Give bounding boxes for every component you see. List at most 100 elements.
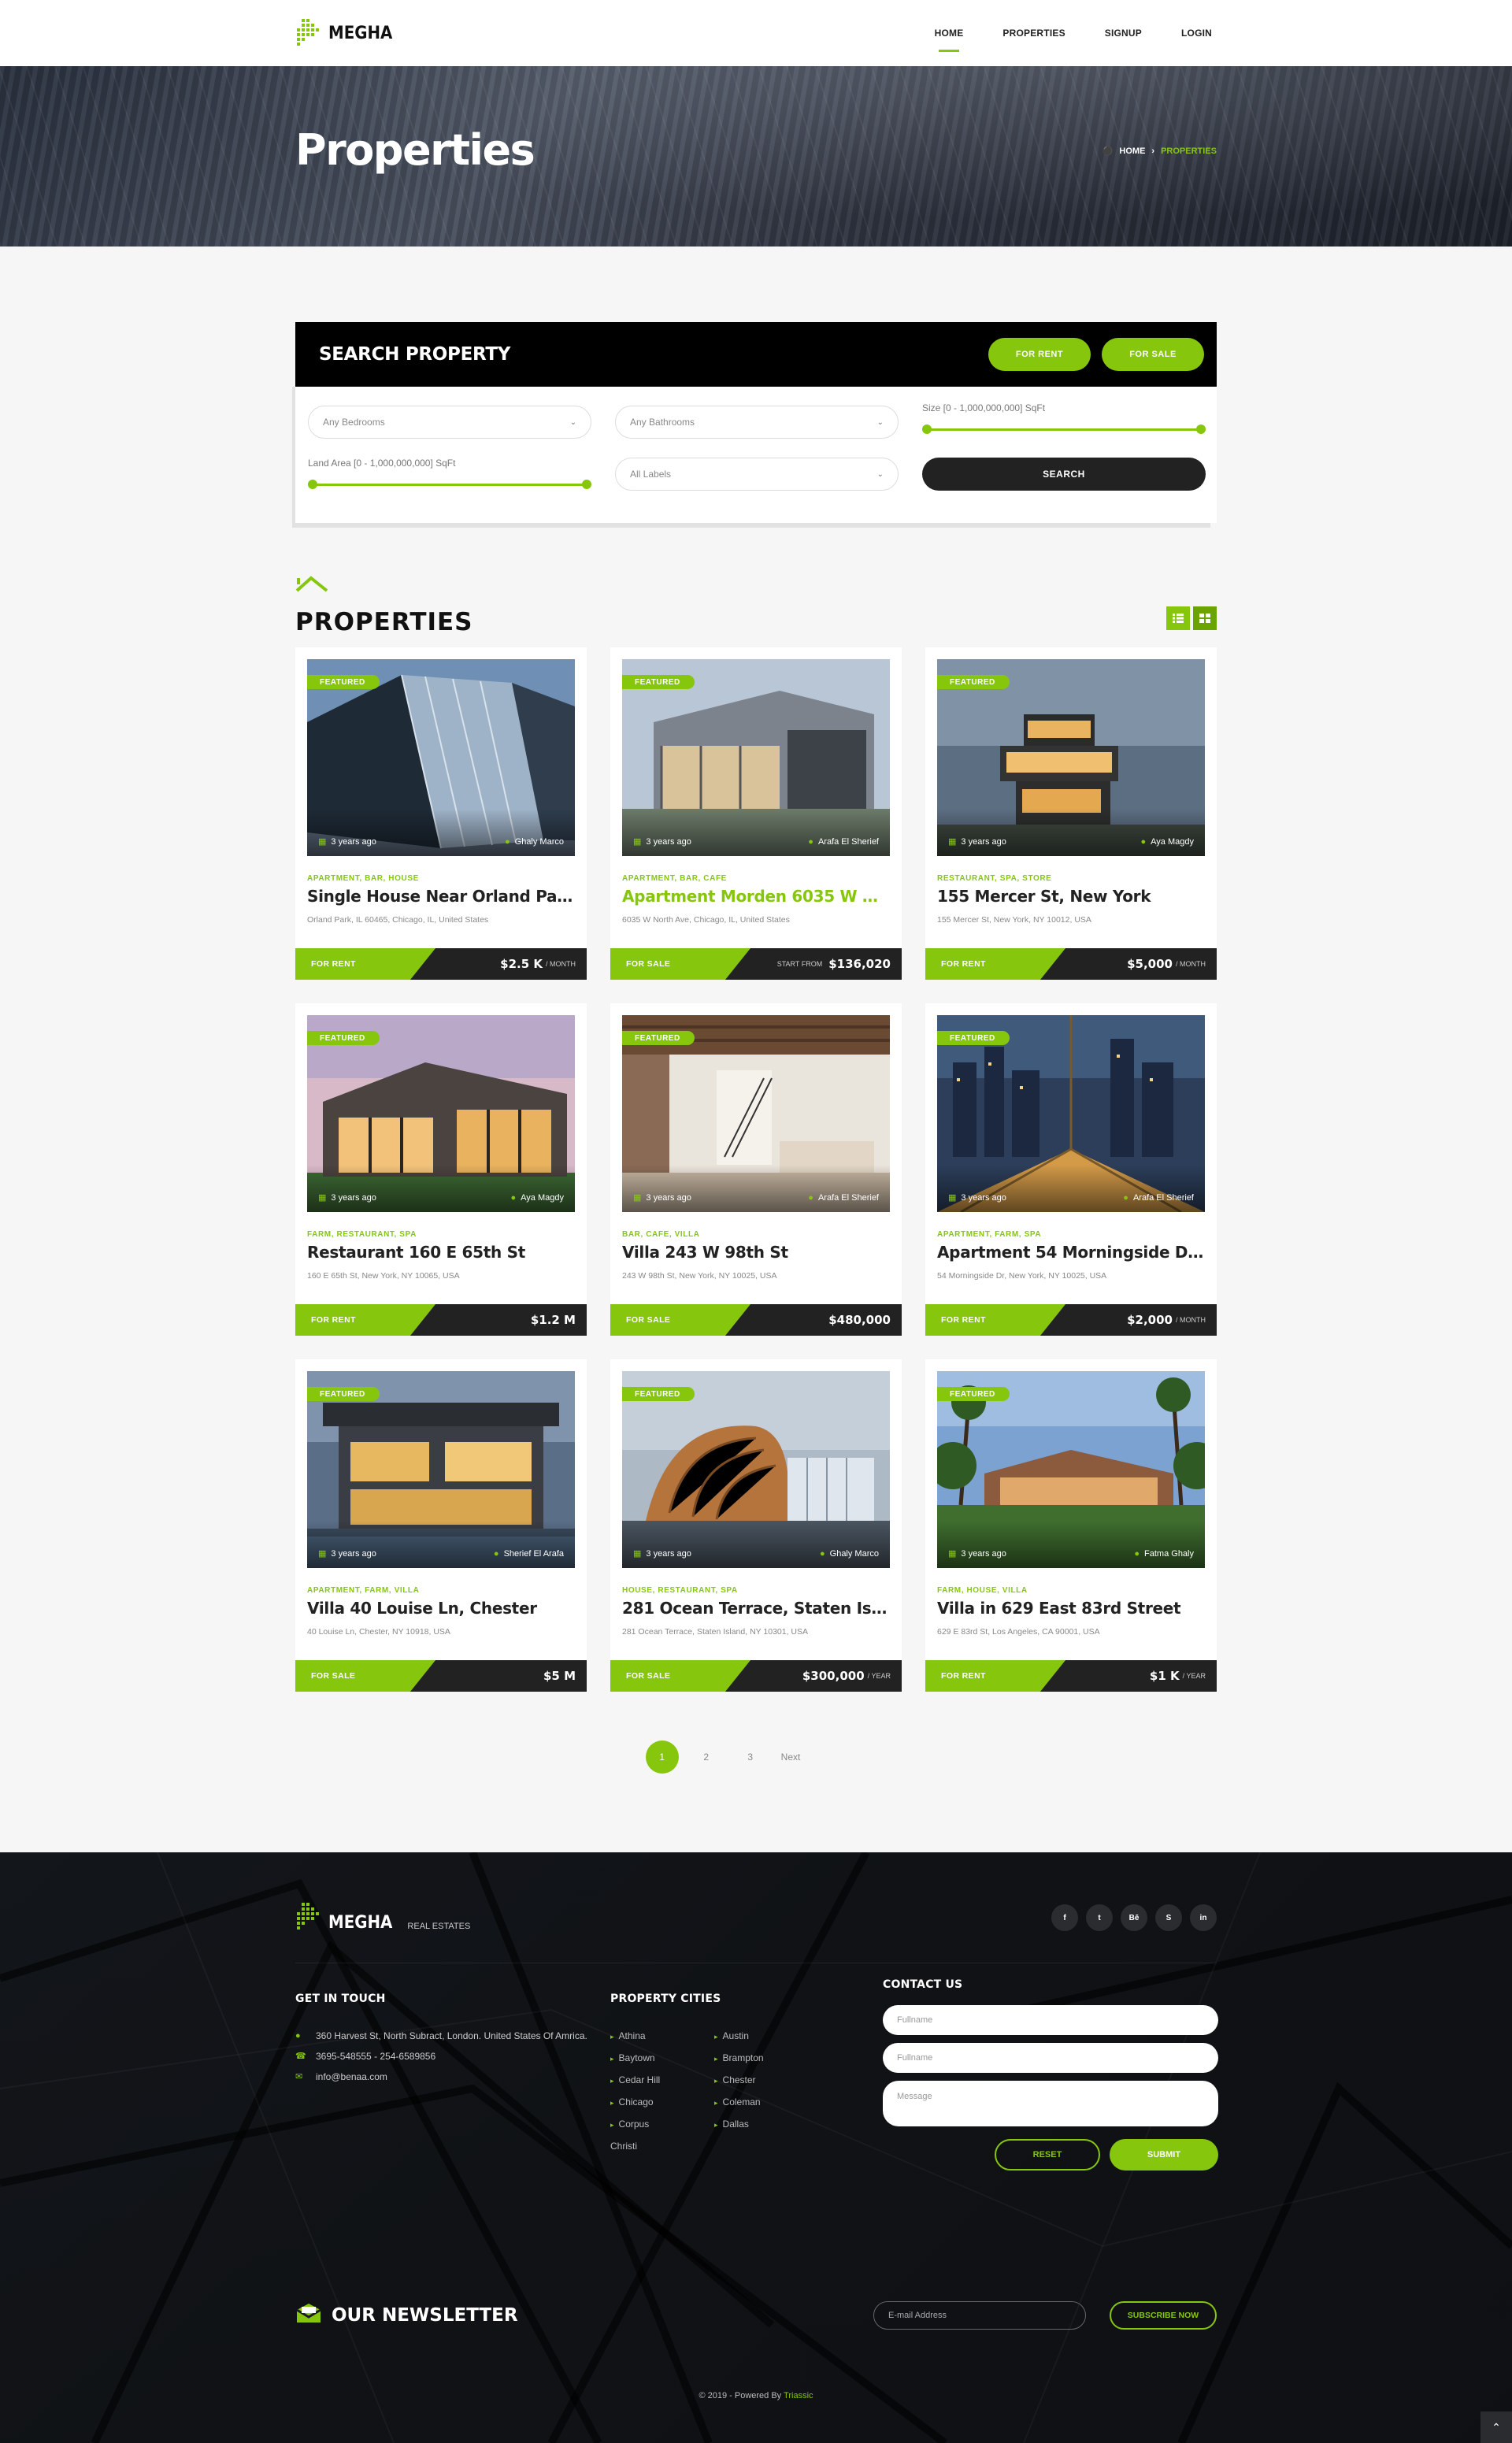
labels-select[interactable]: All Labels ⌄	[615, 458, 899, 491]
submit-button[interactable]: SUBMIT	[1110, 2139, 1218, 2171]
city-link[interactable]: Austin	[714, 2026, 771, 2048]
twitter-icon[interactable]: t	[1086, 1904, 1113, 1931]
site-logo[interactable]: MEGHA	[295, 17, 399, 49]
land-area-slider[interactable]	[308, 479, 591, 490]
property-image[interactable]: FEATURED ▦ 3 years ago ● Fatma Ghaly	[937, 1371, 1205, 1568]
agent-name[interactable]: ● Arafa El Sherief	[808, 836, 879, 847]
facebook-icon[interactable]: f	[1051, 1904, 1078, 1931]
user-icon: ●	[808, 1192, 813, 1203]
property-tags[interactable]: APARTMENT, BAR, CAFE	[622, 874, 727, 883]
slider-max-handle[interactable]	[1196, 424, 1206, 434]
agent-name[interactable]: ● Fatma Ghaly	[1134, 1548, 1194, 1559]
property-title[interactable]: Apartment 54 Morningside Dr ...	[937, 1243, 1205, 1262]
agent-name[interactable]: ● Arafa El Sherief	[1123, 1192, 1194, 1203]
property-card[interactable]: FEATURED ▦ 3 years ago ● Ghaly Marco HOUSE…	[610, 1359, 902, 1692]
property-card[interactable]: FEATURED ▦ 3 years ago ● Arafa El Sherief …	[610, 647, 902, 980]
newsletter-email-input[interactable]: E-mail Address	[873, 2301, 1086, 2330]
city-link[interactable]: Dallas	[714, 2114, 771, 2136]
page-1-button[interactable]: 1	[645, 1740, 679, 1774]
property-title[interactable]: 281 Ocean Terrace, Staten Isla...	[622, 1599, 890, 1618]
property-title[interactable]: 155 Mercer St, New York	[937, 887, 1205, 906]
property-footer: FOR RENT $2,000 / MONTH	[925, 1304, 1217, 1336]
property-image[interactable]: FEATURED ▦ 3 years ago ● Aya Magdy	[937, 659, 1205, 856]
next-page-button[interactable]: Next	[778, 1740, 804, 1774]
slider-min-handle[interactable]	[922, 424, 932, 434]
list-view-icon[interactable]	[1166, 606, 1190, 630]
property-title[interactable]: Villa 40 Louise Ln, Chester	[307, 1599, 575, 1618]
city-link[interactable]: Coleman	[714, 2092, 771, 2114]
behance-icon[interactable]: Bē	[1121, 1904, 1147, 1931]
city-link[interactable]: Baytown	[610, 2048, 667, 2070]
property-card[interactable]: FEATURED ▦ 3 years ago ● Aya Magdy FARM, R…	[295, 1003, 587, 1336]
agent-name[interactable]: ● Aya Magdy	[1141, 836, 1194, 847]
city-link[interactable]: Brampton	[714, 2048, 771, 2070]
slider-min-handle[interactable]	[308, 480, 317, 489]
reset-button[interactable]: RESET	[995, 2139, 1100, 2171]
price-value: $5,000	[1127, 957, 1173, 971]
page-3-button[interactable]: 3	[734, 1740, 767, 1774]
bedrooms-select[interactable]: Any Bedrooms ⌄	[308, 406, 591, 439]
linkedin-icon[interactable]: in	[1190, 1904, 1217, 1931]
property-title[interactable]: Apartment Morden 6035 W No...	[622, 887, 890, 906]
property-tags[interactable]: RESTAURANT, SPA, STORE	[937, 874, 1051, 883]
fullname-input-2[interactable]: Fullname	[883, 2043, 1218, 2073]
property-image[interactable]: FEATURED ▦ 3 years ago ● Sherief El Arafa	[307, 1371, 575, 1568]
property-image[interactable]: FEATURED ▦ 3 years ago ● Ghaly Marco	[307, 659, 575, 856]
fullname-input[interactable]: Fullname	[883, 2005, 1218, 2035]
page-2-button[interactable]: 2	[690, 1740, 723, 1774]
bathrooms-select[interactable]: Any Bathrooms ⌄	[615, 406, 899, 439]
agent-name[interactable]: ● Arafa El Sherief	[808, 1192, 879, 1203]
contact-email[interactable]: ✉ info@benaa.com	[295, 2067, 595, 2087]
nav-home[interactable]: HOME	[935, 0, 964, 66]
footer-logo[interactable]: MEGHA REAL ESTATES	[295, 1901, 470, 1933]
city-link[interactable]: Chester	[714, 2070, 771, 2092]
nav-properties[interactable]: PROPERTIES	[1002, 0, 1065, 66]
property-tags[interactable]: APARTMENT, BAR, HOUSE	[307, 874, 419, 883]
property-title[interactable]: Restaurant 160 E 65th St	[307, 1243, 575, 1262]
property-card[interactable]: FEATURED ▦ 3 years ago ● Fatma Ghaly FARM,…	[925, 1359, 1217, 1692]
nav-signup[interactable]: SIGNUP	[1105, 0, 1142, 66]
breadcrumb-home[interactable]: HOME	[1119, 146, 1145, 156]
city-link[interactable]: Athina	[610, 2026, 667, 2048]
property-card[interactable]: FEATURED ▦ 3 years ago ● Aya Magdy RESTAUR…	[925, 647, 1217, 980]
property-title[interactable]: Villa 243 W 98th St	[622, 1243, 890, 1262]
property-tags[interactable]: APARTMENT, FARM, SPA	[937, 1230, 1041, 1239]
user-icon: ●	[808, 836, 813, 847]
property-card[interactable]: FEATURED ▦ 3 years ago ● Arafa El Sherief …	[610, 1003, 902, 1336]
slider-max-handle[interactable]	[582, 480, 591, 489]
agent-name[interactable]: ● Ghaly Marco	[820, 1548, 879, 1559]
copyright-brand-link[interactable]: Triassic	[784, 2391, 813, 2400]
property-title[interactable]: Single House Near Orland Park,...	[307, 887, 575, 906]
agent-name[interactable]: ● Sherief El Arafa	[494, 1548, 564, 1559]
for-rent-button[interactable]: FOR RENT	[988, 338, 1091, 371]
featured-badge: FEATURED	[622, 675, 695, 689]
property-card[interactable]: FEATURED ▦ 3 years ago ● Ghaly Marco APART…	[295, 647, 587, 980]
agent-name[interactable]: ● Aya Magdy	[511, 1192, 564, 1203]
skype-icon[interactable]: S	[1155, 1904, 1182, 1931]
property-tags[interactable]: APARTMENT, FARM, VILLA	[307, 1586, 419, 1595]
nav-login[interactable]: LOGIN	[1181, 0, 1212, 66]
property-title[interactable]: Villa in 629 East 83rd Street	[937, 1599, 1205, 1618]
message-textarea[interactable]: Message	[883, 2081, 1218, 2126]
property-image[interactable]: FEATURED ▦ 3 years ago ● Aya Magdy	[307, 1015, 575, 1212]
property-image[interactable]: FEATURED ▦ 3 years ago ● Arafa El Sherief	[937, 1015, 1205, 1212]
city-link[interactable]: Corpus Christi	[610, 2114, 667, 2157]
search-button[interactable]: SEARCH	[922, 458, 1206, 491]
property-tags[interactable]: HOUSE, RESTAURANT, SPA	[622, 1586, 738, 1595]
property-image[interactable]: FEATURED ▦ 3 years ago ● Ghaly Marco	[622, 1371, 890, 1568]
city-link[interactable]: Cedar Hill	[610, 2070, 667, 2092]
property-card[interactable]: FEATURED ▦ 3 years ago ● Arafa El Sherief …	[925, 1003, 1217, 1336]
property-tags[interactable]: FARM, RESTAURANT, SPA	[307, 1230, 417, 1239]
property-image[interactable]: FEATURED ▦ 3 years ago ● Arafa El Sherief	[622, 1015, 890, 1212]
scroll-to-top-icon[interactable]: ⌃	[1480, 2411, 1512, 2443]
subscribe-button[interactable]: SUBSCRIBE NOW	[1110, 2301, 1217, 2330]
grid-view-icon[interactable]	[1193, 606, 1217, 630]
property-card[interactable]: FEATURED ▦ 3 years ago ● Sherief El Arafa …	[295, 1359, 587, 1692]
property-tags[interactable]: FARM, HOUSE, VILLA	[937, 1586, 1028, 1595]
property-image[interactable]: FEATURED ▦ 3 years ago ● Arafa El Sherief	[622, 659, 890, 856]
for-sale-button[interactable]: FOR SALE	[1102, 338, 1204, 371]
size-slider[interactable]	[922, 424, 1206, 435]
agent-name[interactable]: ● Ghaly Marco	[505, 836, 564, 847]
city-link[interactable]: Chicago	[610, 2092, 667, 2114]
property-tags[interactable]: BAR, CAFE, VILLA	[622, 1230, 700, 1239]
